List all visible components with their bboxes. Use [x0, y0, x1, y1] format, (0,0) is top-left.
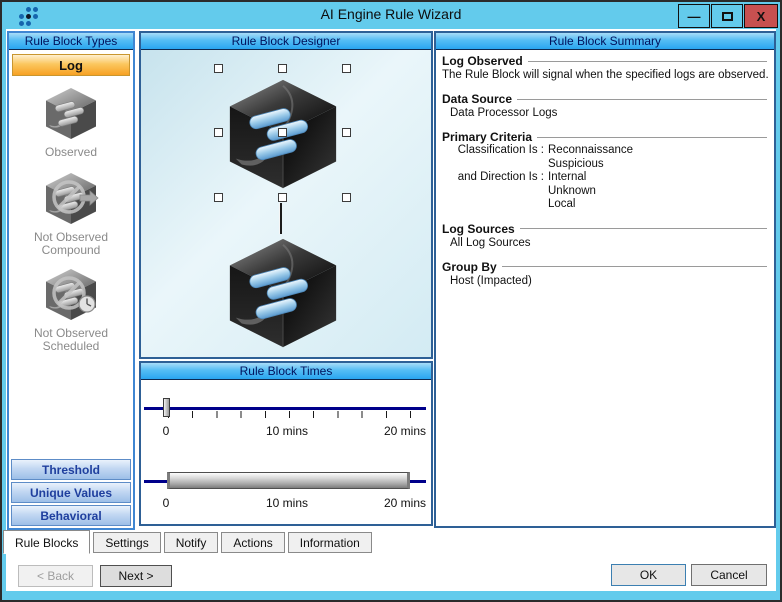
slider-thumb[interactable] [163, 398, 170, 417]
cube-observed-icon [42, 84, 100, 142]
section-rule-line [520, 228, 767, 229]
tab-settings[interactable]: Settings [93, 532, 160, 553]
unique-values-type-button[interactable]: Unique Values [11, 482, 131, 503]
threshold-type-button[interactable]: Threshold [11, 459, 131, 480]
summary-text: The Rule Block will signal when the spec… [442, 68, 768, 82]
tick-label: 20 mins [384, 424, 426, 438]
window-title: AI Engine Rule Wizard [2, 6, 780, 22]
type-item-observed[interactable]: Observed [9, 84, 133, 159]
cube-not-observed-compound-icon [42, 169, 100, 227]
summary-section-title: Group By [442, 260, 768, 274]
section-title-text: Log Sources [442, 222, 515, 236]
ai-engine-rule-wizard-window: AI Engine Rule Wizard — X Rule Block Typ… [0, 0, 782, 602]
slider-tick-marks [168, 411, 411, 418]
summary-text: All Log Sources [442, 236, 768, 250]
designer-canvas[interactable] [141, 50, 431, 357]
cube-not-observed-scheduled-icon [42, 265, 100, 323]
section-title-text: Group By [442, 260, 497, 274]
selection-handle[interactable] [214, 64, 223, 73]
rule-block-summary-panel: Rule Block Summary Log Observed The Rule… [434, 31, 776, 528]
rule-block-designer-panel: Rule Block Designer [139, 31, 433, 359]
section-title-text: Primary Criteria [442, 130, 532, 144]
rule-block-designer-header: Rule Block Designer [141, 33, 431, 50]
maximize-button[interactable] [711, 4, 743, 28]
minimize-icon: — [688, 9, 701, 24]
section-title-text: Log Observed [442, 54, 523, 68]
criteria-value: Local [544, 198, 576, 212]
section-rule-line [528, 61, 767, 62]
ok-button[interactable]: OK [611, 564, 686, 586]
rule-block-summary-header: Rule Block Summary [436, 33, 774, 50]
block-connector-line [279, 203, 282, 234]
rule-block-types-header: Rule Block Types [9, 33, 133, 50]
selection-handle[interactable] [278, 64, 287, 73]
next-button[interactable]: Next > [100, 565, 172, 587]
summary-section-title: Data Source [442, 92, 768, 106]
criteria-label [442, 198, 544, 212]
type-item-not-observed-compound[interactable]: Not Observed Compound [9, 169, 133, 257]
wizard-tab-strip: Rule Blocks Settings Notify Actions Info… [3, 530, 375, 554]
criteria-label [442, 185, 544, 199]
criteria-row: Classification Is : Reconnaissance [442, 144, 768, 158]
rule-block-times-header: Rule Block Times [141, 363, 431, 380]
selection-handle[interactable] [342, 64, 351, 73]
criteria-row: Suspicious [442, 158, 768, 172]
tick-label: 0 [163, 496, 170, 510]
tick-label: 20 mins [384, 496, 426, 510]
close-icon: X [757, 9, 766, 24]
back-button[interactable]: < Back [18, 565, 93, 587]
rule-block-types-panel: Rule Block Types Log Observed Not Observ… [7, 31, 135, 530]
selection-handle[interactable] [278, 193, 287, 202]
summary-section-title: Log Sources [442, 222, 768, 236]
selection-handle[interactable] [214, 128, 223, 137]
criteria-value: Internal [544, 171, 586, 185]
criteria-label [442, 158, 544, 172]
criteria-label: Classification Is : [442, 144, 544, 158]
criteria-row: and Direction Is : Internal [442, 171, 768, 185]
type-item-label: Observed [21, 146, 121, 159]
maximize-icon [722, 12, 733, 21]
type-item-not-observed-scheduled[interactable]: Not Observed Scheduled [9, 265, 133, 353]
criteria-value: Reconnaissance [544, 144, 633, 158]
times-body: 0 10 mins 20 mins 0 10 mins 20 mins [141, 380, 431, 524]
section-rule-line [502, 266, 767, 267]
criteria-value: Unknown [544, 185, 596, 199]
cancel-button[interactable]: Cancel [691, 564, 767, 586]
summary-body: Log Observed The Rule Block will signal … [436, 50, 774, 288]
summary-section-title: Primary Criteria [442, 130, 768, 144]
titlebar[interactable]: AI Engine Rule Wizard — X [2, 2, 780, 28]
criteria-row: Unknown [442, 185, 768, 199]
summary-section-title: Log Observed [442, 54, 768, 68]
summary-text: Host (Impacted) [442, 274, 768, 288]
slider-track[interactable] [144, 407, 426, 410]
log-type-button[interactable]: Log [12, 54, 130, 76]
tab-actions[interactable]: Actions [221, 532, 284, 553]
minimize-button[interactable]: — [678, 4, 710, 28]
type-item-label: Not Observed Compound [21, 231, 121, 257]
section-rule-line [537, 137, 767, 138]
tab-information[interactable]: Information [288, 532, 372, 553]
tick-label: 0 [163, 424, 170, 438]
behavioral-type-button[interactable]: Behavioral [11, 505, 131, 526]
criteria-label: and Direction Is : [442, 171, 544, 185]
criteria-row: Local [442, 198, 768, 212]
criteria-value: Suspicious [544, 158, 604, 172]
section-rule-line [517, 99, 767, 100]
rule-block-cube[interactable] [222, 231, 344, 353]
range-slider-bar[interactable] [167, 472, 410, 489]
close-button[interactable]: X [744, 4, 778, 28]
tab-rule-blocks[interactable]: Rule Blocks [3, 530, 90, 554]
section-title-text: Data Source [442, 92, 512, 106]
selection-handle[interactable] [342, 193, 351, 202]
left-panel-spacer [9, 353, 133, 458]
selection-handle[interactable] [214, 193, 223, 202]
tick-label: 10 mins [266, 496, 308, 510]
type-item-label: Not Observed Scheduled [21, 327, 121, 353]
summary-text: Data Processor Logs [442, 106, 768, 120]
selection-handle[interactable] [342, 128, 351, 137]
selection-handle[interactable] [278, 128, 287, 137]
tick-label: 10 mins [266, 424, 308, 438]
rule-block-times-panel: Rule Block Times 0 10 mins 20 mins 0 10 … [139, 361, 433, 526]
tab-notify[interactable]: Notify [164, 532, 219, 553]
